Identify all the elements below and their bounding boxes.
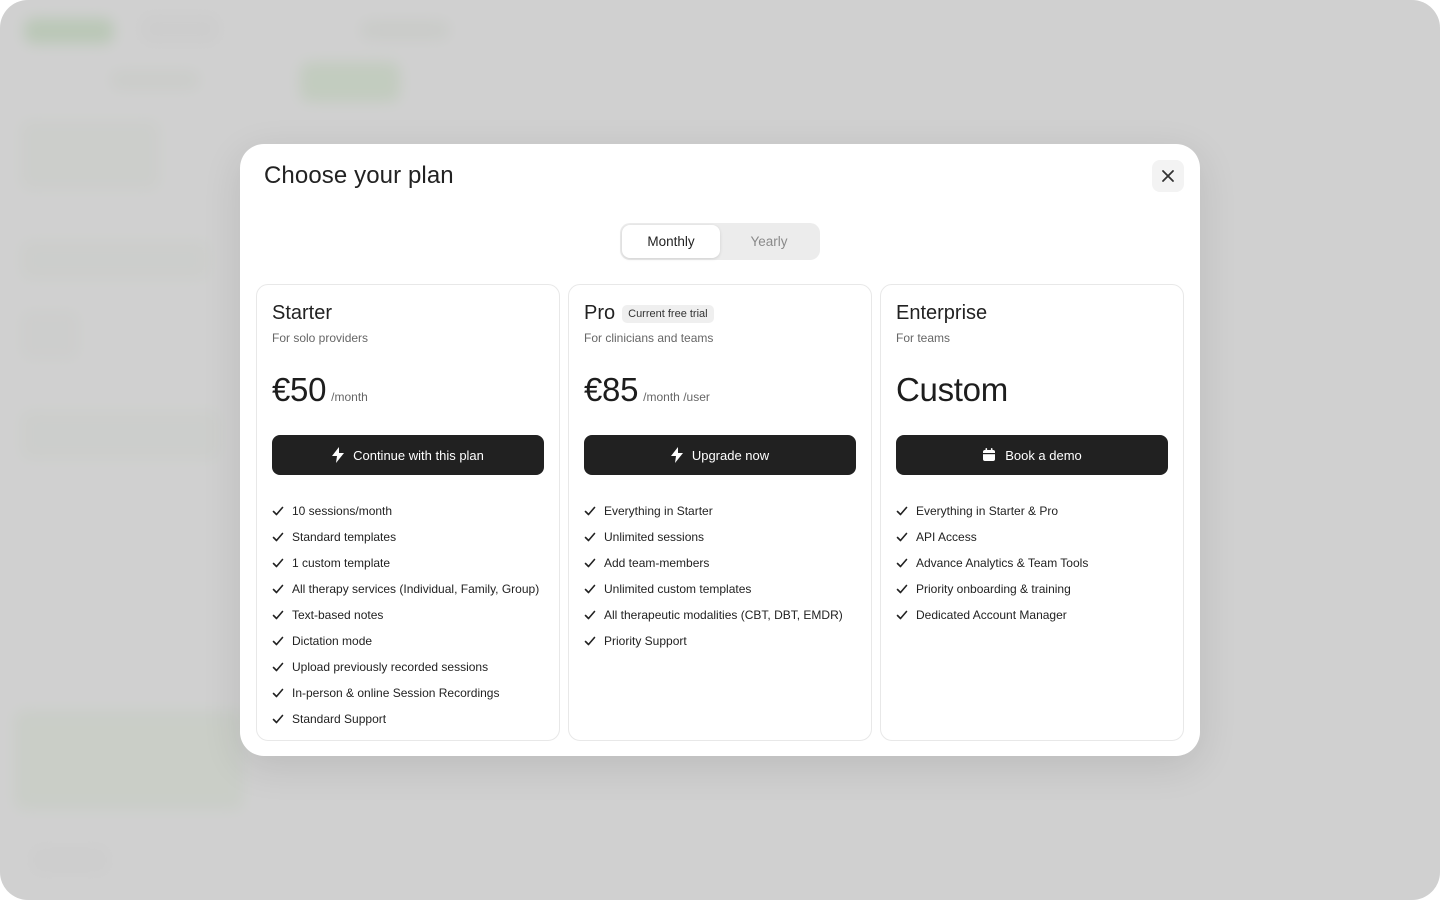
check-icon bbox=[584, 584, 596, 594]
feature-list: 10 sessions/month Standard templates 1 cus… bbox=[272, 498, 539, 732]
feature-label: 10 sessions/month bbox=[292, 504, 393, 518]
plan-period: /month /user bbox=[643, 390, 710, 404]
check-icon bbox=[272, 636, 284, 646]
toggle-yearly[interactable]: Yearly bbox=[720, 225, 818, 258]
plan-subtitle: For teams bbox=[896, 331, 951, 345]
modal-title: Choose your plan bbox=[264, 162, 454, 189]
feature-item: Everything in Starter bbox=[584, 498, 843, 524]
close-button[interactable] bbox=[1152, 160, 1184, 192]
button-label: Continue with this plan bbox=[353, 447, 484, 463]
check-icon bbox=[272, 532, 284, 542]
feature-label: 1 custom template bbox=[292, 556, 391, 570]
feature-item: Unlimited sessions bbox=[584, 524, 843, 550]
book-demo-button[interactable]: Book a demo bbox=[896, 435, 1168, 475]
plan-list: Starter For solo providers €50 /month Co… bbox=[256, 284, 1184, 741]
check-icon bbox=[584, 532, 596, 542]
feature-item: In-person & online Session Recordings bbox=[272, 680, 539, 706]
feature-label: Everything in Starter & Pro bbox=[916, 504, 1059, 518]
feature-label: API Access bbox=[916, 530, 977, 544]
upgrade-now-button[interactable]: Upgrade now bbox=[584, 435, 856, 475]
plan-name: Starter bbox=[272, 301, 333, 324]
plan-price: €85 bbox=[584, 371, 639, 408]
lightning-icon bbox=[332, 447, 345, 463]
feature-label: Upload previously recorded sessions bbox=[292, 660, 489, 674]
plan-name: Pro bbox=[584, 301, 616, 324]
feature-label: Standard templates bbox=[292, 530, 397, 544]
feature-label: In-person & online Session Recordings bbox=[292, 686, 500, 700]
button-label: Upgrade now bbox=[691, 447, 770, 463]
feature-label: Text-based notes bbox=[292, 608, 384, 622]
feature-item: Upload previously recorded sessions bbox=[272, 654, 539, 680]
feature-label: Unlimited custom templates bbox=[604, 582, 752, 596]
feature-item: Dictation mode bbox=[272, 628, 539, 654]
check-icon bbox=[272, 610, 284, 620]
feature-label: All therapeutic modalities (CBT, DBT, EM… bbox=[604, 608, 843, 622]
feature-item: Unlimited custom templates bbox=[584, 576, 843, 602]
feature-item: Standard Support bbox=[272, 706, 539, 732]
feature-label: Priority Support bbox=[604, 634, 687, 648]
feature-label: Everything in Starter bbox=[604, 504, 713, 518]
feature-item: Priority onboarding & training bbox=[896, 576, 1088, 602]
plan-subtitle: For solo providers bbox=[272, 331, 369, 345]
check-icon bbox=[272, 558, 284, 568]
billing-toggle: Monthly Yearly bbox=[620, 223, 820, 260]
feature-item: 10 sessions/month bbox=[272, 498, 539, 524]
plan-card: Pro Current free trial For clinicians an… bbox=[568, 284, 872, 741]
feature-item: Text-based notes bbox=[272, 602, 539, 628]
feature-label: Dictation mode bbox=[292, 634, 373, 648]
check-icon bbox=[272, 662, 284, 672]
check-icon bbox=[272, 584, 284, 594]
feature-list: Everything in Starter & Pro API Access Adv… bbox=[896, 498, 1088, 628]
feature-item: Priority Support bbox=[584, 628, 843, 654]
feature-item: Advance Analytics & Team Tools bbox=[896, 550, 1088, 576]
feature-item: 1 custom template bbox=[272, 550, 539, 576]
feature-label: Advance Analytics & Team Tools bbox=[916, 556, 1089, 570]
plan-card: Starter For solo providers €50 /month Co… bbox=[256, 284, 560, 741]
plan-modal: Choose your plan Monthly Yearly Starter … bbox=[240, 144, 1200, 756]
close-icon bbox=[1162, 170, 1174, 182]
check-icon bbox=[272, 688, 284, 698]
calendar-icon bbox=[983, 448, 996, 461]
feature-item: Add team-members bbox=[584, 550, 843, 576]
feature-label: Priority onboarding & training bbox=[916, 582, 1071, 596]
check-icon bbox=[584, 636, 596, 646]
check-icon bbox=[584, 558, 596, 568]
feature-item: Standard templates bbox=[272, 524, 539, 550]
feature-label: Standard Support bbox=[292, 712, 387, 726]
feature-item: All therapeutic modalities (CBT, DBT, EM… bbox=[584, 602, 843, 628]
plan-subtitle: For clinicians and teams bbox=[584, 331, 714, 345]
feature-label: Unlimited sessions bbox=[604, 530, 705, 544]
plan-period: /month bbox=[331, 390, 368, 404]
feature-item: API Access bbox=[896, 524, 1088, 550]
button-label: Book a demo bbox=[1005, 447, 1082, 463]
plan-name: Enterprise bbox=[896, 301, 988, 324]
feature-list: Everything in Starter Unlimited sessions A… bbox=[584, 498, 843, 654]
check-icon bbox=[272, 714, 284, 724]
check-icon bbox=[272, 506, 284, 516]
plan-price: Custom bbox=[896, 371, 1008, 408]
check-icon bbox=[584, 610, 596, 620]
plan-price: €50 bbox=[272, 371, 327, 408]
feature-item: Dedicated Account Manager bbox=[896, 602, 1088, 628]
check-icon bbox=[896, 506, 908, 516]
check-icon bbox=[896, 558, 908, 568]
lightning-icon bbox=[670, 447, 683, 463]
feature-label: All therapy services (Individual, Family… bbox=[292, 582, 540, 596]
continue-plan-button[interactable]: Continue with this plan bbox=[272, 435, 544, 475]
check-icon bbox=[896, 610, 908, 620]
check-icon bbox=[896, 532, 908, 542]
app-frame: Choose your plan Monthly Yearly Starter … bbox=[0, 0, 1440, 900]
feature-label: Add team-members bbox=[604, 556, 710, 570]
current-trial-badge: Current free trial bbox=[622, 304, 714, 323]
check-icon bbox=[584, 506, 596, 516]
toggle-monthly[interactable]: Monthly bbox=[622, 225, 720, 258]
check-icon bbox=[896, 584, 908, 594]
feature-item: All therapy services (Individual, Family… bbox=[272, 576, 539, 602]
plan-card: Enterprise For teams Custom Book a demo … bbox=[880, 284, 1184, 741]
feature-label: Dedicated Account Manager bbox=[916, 608, 1067, 622]
feature-item: Everything in Starter & Pro bbox=[896, 498, 1088, 524]
